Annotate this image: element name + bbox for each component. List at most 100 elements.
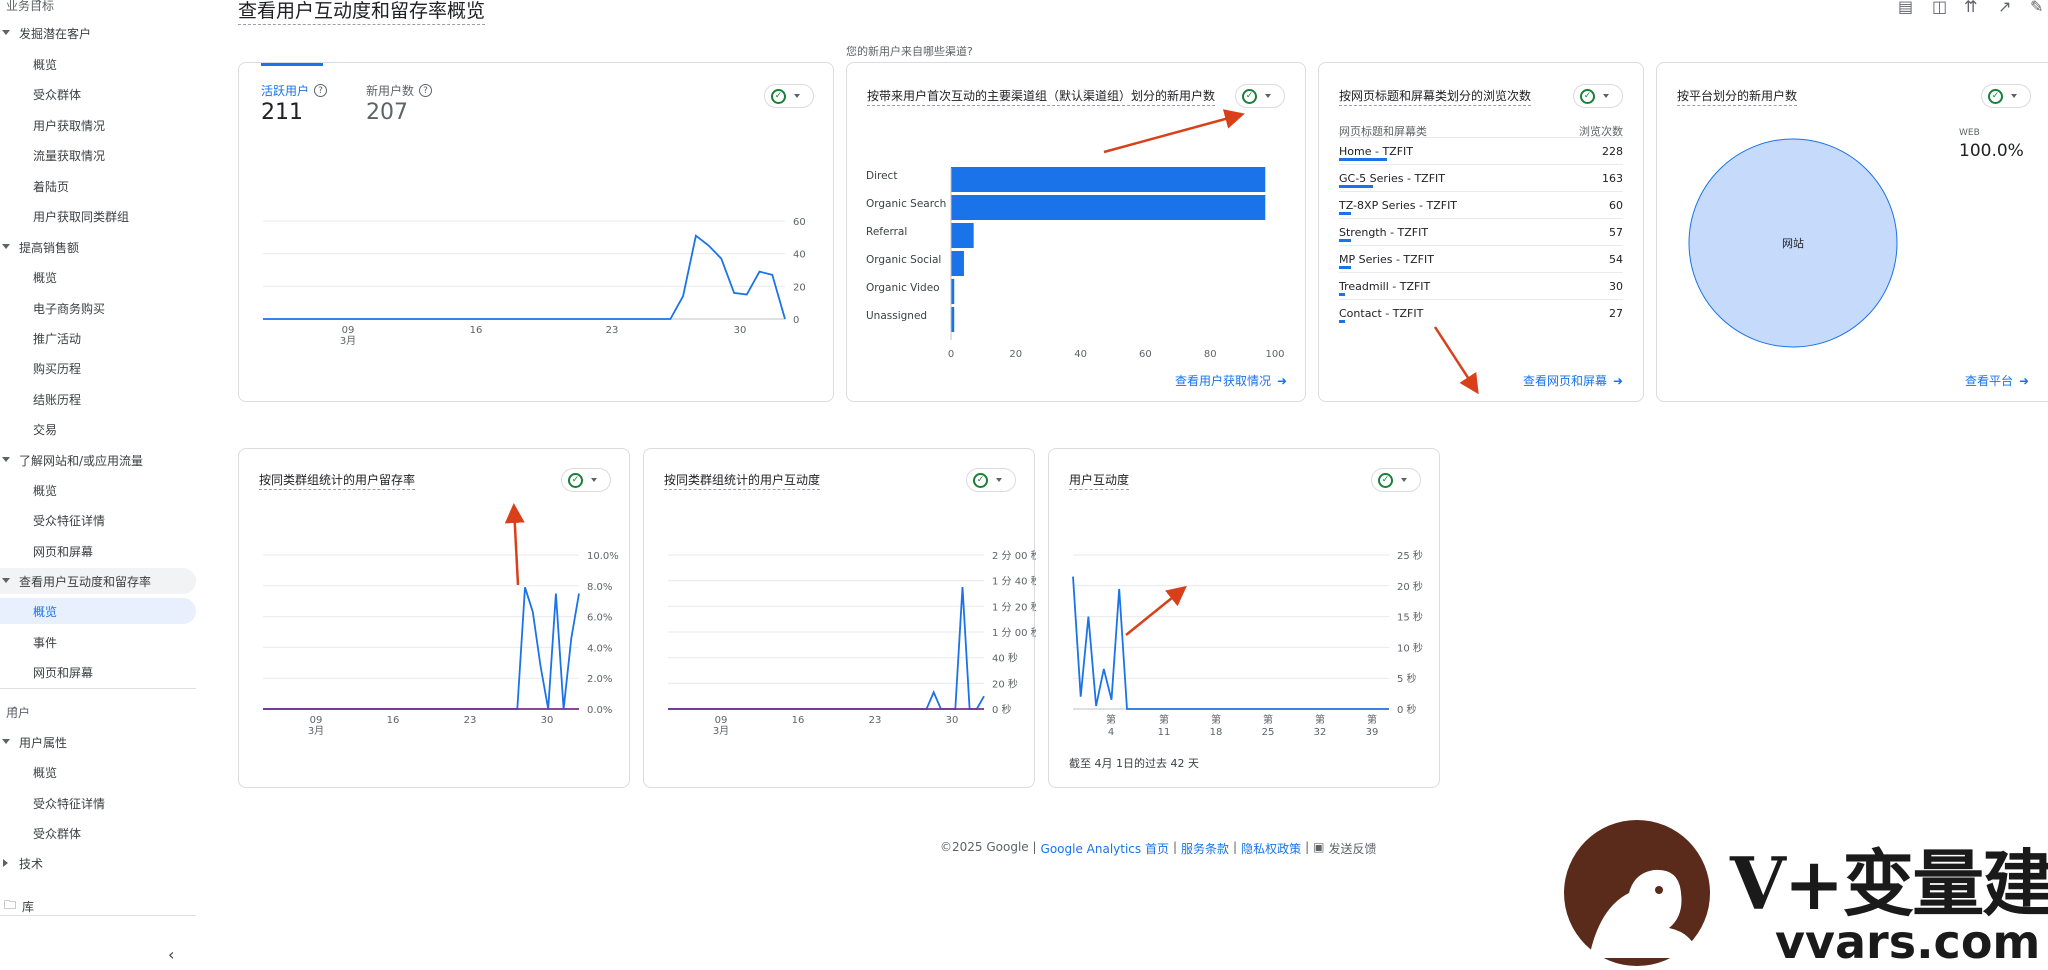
share-bar — [1339, 212, 1352, 215]
footer-ga-home-link[interactable]: Google Analytics 首页 — [1041, 840, 1169, 857]
caret-down-icon — [1603, 94, 1609, 98]
bar — [951, 251, 964, 276]
series-line — [668, 587, 985, 710]
y-tick-label: 15 秒 — [1397, 611, 1423, 624]
sidebar-item[interactable]: 用户 ⌃ — [0, 699, 30, 725]
sidebar-item[interactable]: 概览 — [0, 477, 57, 503]
check-icon: ✓ — [1580, 88, 1595, 104]
data-quality-button[interactable]: ✓ — [561, 468, 611, 492]
help-icon[interactable]: ? — [419, 84, 433, 97]
sidebar-item[interactable]: 业务目标 ⌃ — [0, 0, 54, 18]
chevron-up-icon[interactable]: ⌃ — [33, 0, 44, 13]
x-tick-label: 25 — [1262, 727, 1275, 738]
insights-icon[interactable]: ↗ — [1998, 0, 2011, 16]
sidebar-item[interactable]: 提高销售额 — [0, 234, 79, 260]
page-title-cell: MP Series - TZFIT — [1339, 252, 1434, 266]
page-title-cell: Contact - TZFIT — [1339, 306, 1424, 320]
sidebar-item[interactable]: 流量获取情况 — [0, 142, 105, 168]
folder-icon: 🗀 — [4, 897, 17, 912]
user-engagement-title[interactable]: 用户互动度 — [1069, 471, 1130, 490]
sidebar-item-label: 网页和屏幕 — [33, 544, 94, 559]
gorilla-logo — [1564, 820, 1710, 966]
data-quality-button[interactable]: ✓ — [1235, 84, 1285, 108]
footer: ©2025 Google | Google Analytics 首页 | 服务条… — [940, 840, 1377, 857]
table-row[interactable]: TZ-8XP Series - TZFIT 60 — [1339, 191, 1623, 218]
sidebar-item[interactable]: 受众特征详情 — [0, 507, 105, 533]
sidebar-item[interactable]: 网页和屏幕 — [0, 659, 93, 685]
footer-privacy-link[interactable]: 隐私权政策 — [1241, 840, 1301, 857]
data-quality-button[interactable]: ✓ — [1371, 468, 1421, 492]
x-tick-label: 第 — [1263, 713, 1273, 726]
legend-web-label: WEB — [1959, 128, 1980, 138]
y-tick-label: 1 分 40 秒 — [992, 575, 1036, 588]
table-row[interactable]: GC-5 Series - TZFIT 163 — [1339, 164, 1623, 191]
sidebar-item[interactable]: 受众特征详情 — [0, 790, 105, 816]
sidebar-item[interactable]: 用户获取情况 — [0, 112, 105, 138]
sidebar-item[interactable]: 用户获取同类群组 — [0, 203, 129, 229]
table-row[interactable]: Contact - TZFIT 27 — [1339, 299, 1623, 326]
page-title-cell: GC-5 Series - TZFIT — [1339, 171, 1446, 185]
views-cell: 163 — [1602, 171, 1623, 185]
report-icon[interactable]: ▤ — [1898, 0, 1913, 16]
cohort-engagement-title[interactable]: 按同类群组统计的用户互动度 — [664, 471, 821, 490]
views-cell: 57 — [1609, 225, 1623, 239]
view-acquisition-link[interactable]: 查看用户获取情况 ➜ — [1175, 372, 1287, 389]
watermark-url: vvars.com — [1775, 915, 2041, 969]
data-quality-button[interactable]: ✓ — [1573, 84, 1623, 108]
x-tick-label: 60 — [1139, 349, 1152, 360]
cohort-engagement-line-chart: 2 分 00 秒 1 分 40 秒 1 分 20 秒 1 分 00 秒 40 秒 20 秒… — [668, 549, 1036, 737]
table-row[interactable]: Treadmill - TZFIT 30 — [1339, 272, 1623, 299]
view-platform-link[interactable]: 查看平台 ➜ — [1965, 372, 2029, 389]
footer-feedback-link[interactable]: 发送反馈 — [1329, 840, 1377, 857]
y-tick-label: 20 秒 — [1397, 580, 1423, 593]
help-icon[interactable]: ? — [314, 84, 328, 97]
chevron-up-icon[interactable]: ⌃ — [9, 705, 20, 720]
sidebar-item[interactable]: 网页和屏幕 — [0, 538, 93, 564]
sidebar-item-label: 受众特征详情 — [33, 513, 106, 528]
sidebar-collapse-button[interactable]: ‹ — [168, 945, 174, 964]
sidebar-item[interactable]: 概览 — [0, 264, 57, 290]
table-row[interactable]: Strength - TZFIT 57 — [1339, 218, 1623, 245]
platform-pie-chart: 网站 — [1688, 138, 1898, 348]
sidebar-item[interactable]: 事件 — [0, 629, 57, 655]
sidebar-item[interactable]: 交易 — [0, 416, 57, 442]
sidebar-item-label: 用户获取同类群组 — [33, 209, 130, 224]
sidebar-item[interactable]: 推广活动 — [0, 325, 81, 351]
sidebar-item[interactable]: 概览 — [0, 51, 57, 77]
metric-new-users[interactable]: 新用户数 ? — [366, 82, 433, 99]
sidebar-item[interactable]: 查看用户互动度和留存率 — [0, 568, 196, 594]
data-quality-button[interactable]: ✓ — [966, 468, 1016, 492]
sidebar-item[interactable]: 技术 — [0, 850, 43, 876]
bar-category-label: Organic Social — [866, 254, 941, 266]
sidebar-item[interactable]: 电子商务购买 — [0, 295, 105, 321]
sidebar-item[interactable]: 着陆页 — [0, 173, 69, 199]
page-views-title[interactable]: 按网页标题和屏幕类划分的浏览次数 — [1339, 87, 1532, 106]
x-tick-label: 30 — [946, 715, 959, 726]
footer-terms-link[interactable]: 服务条款 — [1181, 840, 1229, 857]
sidebar-item[interactable]: 受众群体 — [0, 820, 81, 846]
metric-active-users[interactable]: 活跃用户 ? — [261, 82, 328, 99]
sidebar-item[interactable]: 发掘潜在客户 — [0, 20, 91, 46]
sidebar-item[interactable]: 用户属性 — [0, 729, 67, 755]
cohort-retention-title[interactable]: 按同类群组统计的用户留存率 — [259, 471, 416, 490]
sidebar-item[interactable]: 了解网站和/或应用流量 — [0, 447, 143, 473]
compare-icon[interactable]: ◫ — [1932, 0, 1947, 16]
active-users-line-chart: 60 40 20 0 093月 16 23 30 — [263, 217, 806, 347]
view-pages-link[interactable]: 查看网页和屏幕 ➜ — [1523, 372, 1623, 389]
watermark: V+变量建站 vvars.com — [1555, 815, 2048, 970]
table-row[interactable]: MP Series - TZFIT 54 — [1339, 245, 1623, 272]
sidebar-item[interactable]: 概览 — [0, 759, 57, 785]
edit-icon[interactable]: ✎ — [2030, 0, 2043, 16]
cohort-retention-card: 按同类群组统计的用户留存率 ✓ 10.0% 8.0% 6.0% 4.0% 2.0% 0.0… — [238, 448, 630, 788]
platform-title[interactable]: 按平台划分的新用户数 — [1677, 87, 1798, 106]
sidebar-item[interactable]: 购买历程 — [0, 355, 81, 381]
share-icon[interactable]: ⇈ — [1964, 0, 1977, 16]
sidebar-item[interactable]: 概览 — [0, 598, 196, 624]
sidebar-item-label: 技术 — [19, 856, 44, 871]
check-icon: ✓ — [1242, 88, 1257, 104]
y-tick-label: 1 分 20 秒 — [992, 600, 1036, 613]
data-quality-button[interactable]: ✓ — [1981, 84, 2031, 108]
sidebar-item[interactable]: 受众群体 — [0, 81, 81, 107]
sidebar-item[interactable]: 结账历程 — [0, 386, 81, 412]
channel-group-title[interactable]: 按带来用户首次互动的主要渠道组（默认渠道组）划分的新用户数 — [867, 87, 1216, 106]
